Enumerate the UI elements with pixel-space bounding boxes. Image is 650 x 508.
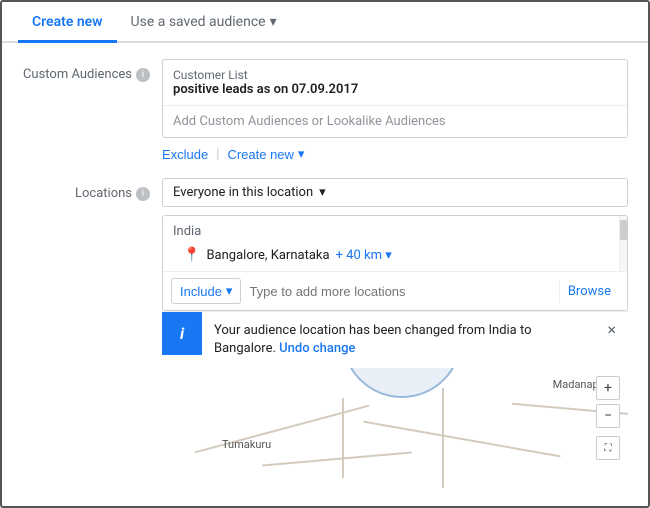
custom-audiences-label: Custom Audiences i: [22, 59, 162, 82]
audience-add-input[interactable]: Add Custom Audiences or Lookalike Audien…: [163, 106, 627, 137]
location-pin-icon: 📍: [183, 247, 200, 263]
scrollbar-thumb: [620, 220, 627, 240]
location-type-input[interactable]: [241, 280, 558, 303]
map-radius-circle: [342, 368, 462, 398]
custom-audiences-row: Custom Audiences i Customer List positiv…: [22, 59, 628, 162]
tab-use-saved[interactable]: Use a saved audience ▾: [117, 2, 291, 43]
chevron-down-icon: ▾: [270, 14, 277, 30]
location-dropdown[interactable]: Everyone in this location ▾: [162, 178, 628, 207]
notification-close-button[interactable]: ×: [595, 312, 628, 347]
browse-button[interactable]: Browse: [559, 280, 619, 303]
locations-field: Everyone in this location ▾ India 📍 Bang…: [162, 178, 628, 488]
scrollbar[interactable]: [619, 216, 627, 271]
notification-banner: i Your audience location has been change…: [162, 311, 628, 368]
notification-info-icon-box: i: [162, 312, 202, 355]
tab-bar: Create new Use a saved audience ▾: [2, 2, 648, 43]
map-zoom-in-button[interactable]: +: [596, 376, 620, 400]
map-area: Tumakuru Madanapalle, ✓ + − ⛶: [162, 368, 628, 488]
include-row: Include ▾ Browse: [163, 271, 627, 310]
include-chevron-icon: ▾: [226, 283, 233, 299]
action-separator: |: [216, 147, 219, 162]
audience-tag: Customer List positive leads as on 07.09…: [163, 60, 627, 106]
audience-actions: Exclude | Create new ▾: [162, 146, 628, 162]
notification-info-icon: i: [180, 324, 184, 343]
location-list-container: India 📍 Bangalore, Karnataka + 40 km ▾: [163, 216, 627, 271]
undo-change-button[interactable]: Undo change: [279, 341, 355, 356]
exclude-button[interactable]: Exclude: [162, 147, 208, 162]
location-km-dropdown[interactable]: + 40 km ▾: [336, 248, 392, 263]
map-label-tumakuru: Tumakuru: [222, 438, 271, 451]
km-chevron-icon: ▾: [385, 248, 392, 263]
audience-tag-value: positive leads as on 07.09.2017: [173, 82, 617, 97]
location-list-content: India 📍 Bangalore, Karnataka + 40 km ▾: [163, 216, 619, 271]
audience-box: Customer List positive leads as on 07.09…: [162, 59, 628, 138]
main-container: Create new Use a saved audience ▾ Custom…: [0, 0, 650, 508]
location-list-box: India 📍 Bangalore, Karnataka + 40 km ▾: [162, 215, 628, 311]
map-road-5: [342, 398, 344, 478]
custom-audiences-info-icon[interactable]: i: [136, 68, 150, 82]
include-button[interactable]: Include ▾: [171, 278, 241, 304]
locations-label: Locations i: [22, 178, 162, 201]
map-fullscreen-button[interactable]: ⛶: [596, 436, 620, 460]
map-zoom-out-button[interactable]: −: [596, 404, 620, 428]
map-road-4: [262, 452, 412, 467]
custom-audiences-field: Customer List positive leads as on 07.09…: [162, 59, 628, 162]
map-road-2: [442, 388, 444, 488]
tab-create-new[interactable]: Create new: [18, 2, 117, 43]
map-controls: + − ⛶: [596, 376, 620, 460]
create-new-dropdown-button[interactable]: Create new ▾: [227, 146, 304, 162]
locations-info-icon[interactable]: i: [136, 187, 150, 201]
audience-tag-label: Customer List: [173, 68, 617, 82]
form-content: Custom Audiences i Customer List positiv…: [2, 43, 648, 506]
create-new-chevron-icon: ▾: [298, 146, 305, 162]
location-item: 📍 Bangalore, Karnataka + 40 km ▾: [163, 243, 619, 271]
notification-text: Your audience location has been changed …: [202, 312, 595, 368]
locations-row: Locations i Everyone in this location ▾ …: [22, 178, 628, 488]
location-country: India: [163, 216, 619, 243]
location-dropdown-chevron-icon: ▾: [319, 185, 326, 200]
